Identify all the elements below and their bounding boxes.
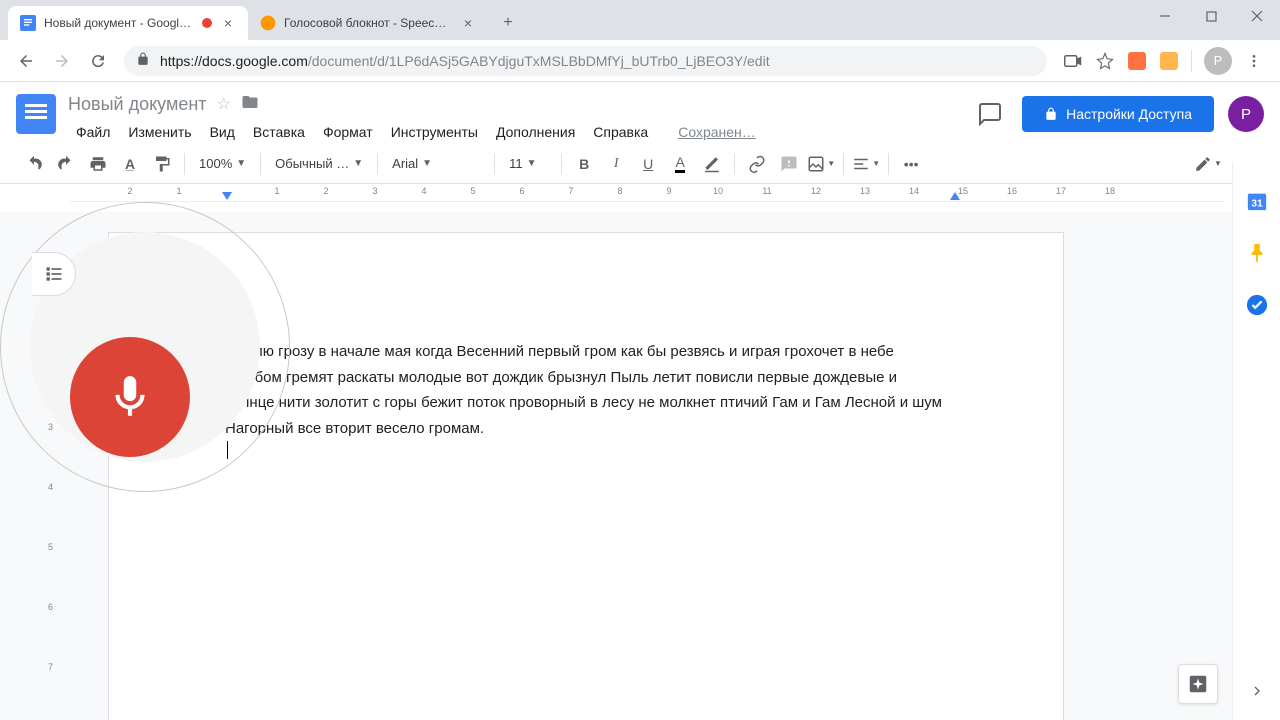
zoom-select[interactable]: 100%▼: [193, 150, 252, 178]
text-color-button[interactable]: A: [666, 150, 694, 178]
explore-button[interactable]: [1178, 664, 1218, 704]
close-icon[interactable]: ×: [460, 15, 476, 31]
extension-icon-2[interactable]: [1159, 51, 1179, 71]
url-host: https://docs.google.com: [160, 53, 308, 69]
menu-help[interactable]: Справка: [585, 120, 656, 144]
print-button[interactable]: [84, 150, 112, 178]
share-button[interactable]: Настройки Доступа: [1022, 96, 1214, 132]
underline-button[interactable]: U: [634, 150, 662, 178]
omnibox[interactable]: https://docs.google.com/document/d/1LP6d…: [124, 46, 1047, 76]
speechpad-favicon: [260, 15, 276, 31]
menubar: Файл Изменить Вид Вставка Формат Инструм…: [68, 120, 972, 144]
close-button[interactable]: [1234, 0, 1280, 32]
profile-avatar[interactable]: P: [1204, 47, 1232, 75]
back-button[interactable]: [8, 43, 44, 79]
document-text[interactable]: Люблю грозу в начале мая когда Весенний …: [225, 339, 947, 441]
saving-status: Сохранен…: [670, 120, 764, 144]
indent-marker-left[interactable]: [222, 192, 232, 202]
folder-icon[interactable]: [241, 93, 259, 116]
minimize-button[interactable]: [1142, 0, 1188, 32]
maximize-button[interactable]: [1188, 0, 1234, 32]
spellcheck-button[interactable]: A̲: [116, 150, 144, 178]
tab-title: Голосовой блокнот - Speechpad: [284, 16, 452, 30]
browser-tab-active[interactable]: Новый документ - Google Д ×: [8, 6, 248, 40]
menu-file[interactable]: Файл: [68, 120, 118, 144]
toolbar: A̲ 100%▼ Обычный …▼ Arial▼ 11▼ B I U A ▼…: [0, 144, 1280, 184]
editing-mode-button[interactable]: ▼: [1194, 150, 1222, 178]
align-button[interactable]: ▼: [852, 150, 880, 178]
reload-button[interactable]: [80, 43, 116, 79]
insert-image-button[interactable]: ▼: [807, 150, 835, 178]
forward-button[interactable]: [44, 43, 80, 79]
insert-link-button[interactable]: [743, 150, 771, 178]
menu-icon[interactable]: [1244, 51, 1264, 71]
comments-button[interactable]: [972, 96, 1008, 132]
extension-icon-1[interactable]: [1127, 51, 1147, 71]
document-area: 12345678 Люблю грозу в начале мая когда …: [0, 212, 1232, 720]
paint-format-button[interactable]: [148, 150, 176, 178]
tasks-icon[interactable]: [1246, 294, 1268, 316]
camera-icon[interactable]: [1063, 51, 1083, 71]
tab-title: Новый документ - Google Д: [44, 16, 196, 30]
star-icon[interactable]: [1095, 51, 1115, 71]
side-panel: 31: [1232, 162, 1280, 720]
new-tab-button[interactable]: +: [494, 9, 522, 37]
chevron-right-icon[interactable]: [1249, 683, 1265, 704]
url-path: /document/d/1LP6dASj5GABYdjguTxMSLBbDMfY…: [308, 53, 770, 69]
fontsize-select[interactable]: 11▼: [503, 150, 553, 178]
microphone-button[interactable]: [70, 337, 190, 457]
document-page[interactable]: Люблю грозу в начале мая когда Весенний …: [108, 232, 1064, 720]
browser-tabs: Новый документ - Google Д × Голосовой бл…: [8, 6, 488, 40]
share-label: Настройки Доступа: [1066, 106, 1192, 122]
keep-icon[interactable]: [1246, 242, 1268, 264]
menu-insert[interactable]: Вставка: [245, 120, 313, 144]
address-bar: https://docs.google.com/document/d/1LP6d…: [0, 40, 1280, 82]
window-controls: [1142, 0, 1280, 32]
calendar-icon[interactable]: 31: [1246, 190, 1268, 212]
more-button[interactable]: •••: [897, 150, 925, 178]
doc-title[interactable]: Новый документ: [68, 94, 207, 115]
browser-titlebar: Новый документ - Google Д × Голосовой бл…: [0, 0, 1280, 40]
highlight-button[interactable]: [698, 150, 726, 178]
menu-edit[interactable]: Изменить: [120, 120, 199, 144]
menu-format[interactable]: Формат: [315, 120, 381, 144]
lock-icon: [136, 52, 150, 69]
menu-addons[interactable]: Дополнения: [488, 120, 583, 144]
insert-comment-button[interactable]: [775, 150, 803, 178]
menu-view[interactable]: Вид: [202, 120, 243, 144]
style-select[interactable]: Обычный …▼: [269, 150, 369, 178]
font-select[interactable]: Arial▼: [386, 150, 486, 178]
redo-button[interactable]: [52, 150, 80, 178]
docs-favicon: [20, 15, 36, 31]
close-icon[interactable]: ×: [220, 15, 236, 31]
italic-button[interactable]: I: [602, 150, 630, 178]
svg-text:31: 31: [1251, 199, 1263, 210]
star-icon[interactable]: ☆: [217, 94, 231, 114]
horizontal-ruler[interactable]: 21123456789101112131415161718: [70, 184, 1224, 202]
browser-tab[interactable]: Голосовой блокнот - Speechpad ×: [248, 6, 488, 40]
text-cursor: [227, 441, 228, 459]
indent-marker-right[interactable]: [950, 192, 960, 202]
menu-tools[interactable]: Инструменты: [383, 120, 486, 144]
account-avatar[interactable]: P: [1228, 96, 1264, 132]
recording-icon: [202, 18, 212, 28]
bold-button[interactable]: B: [570, 150, 598, 178]
undo-button[interactable]: [20, 150, 48, 178]
outline-button[interactable]: [32, 252, 76, 296]
docs-logo[interactable]: [16, 94, 56, 134]
doc-header: Новый документ ☆ Файл Изменить Вид Встав…: [0, 82, 1280, 144]
